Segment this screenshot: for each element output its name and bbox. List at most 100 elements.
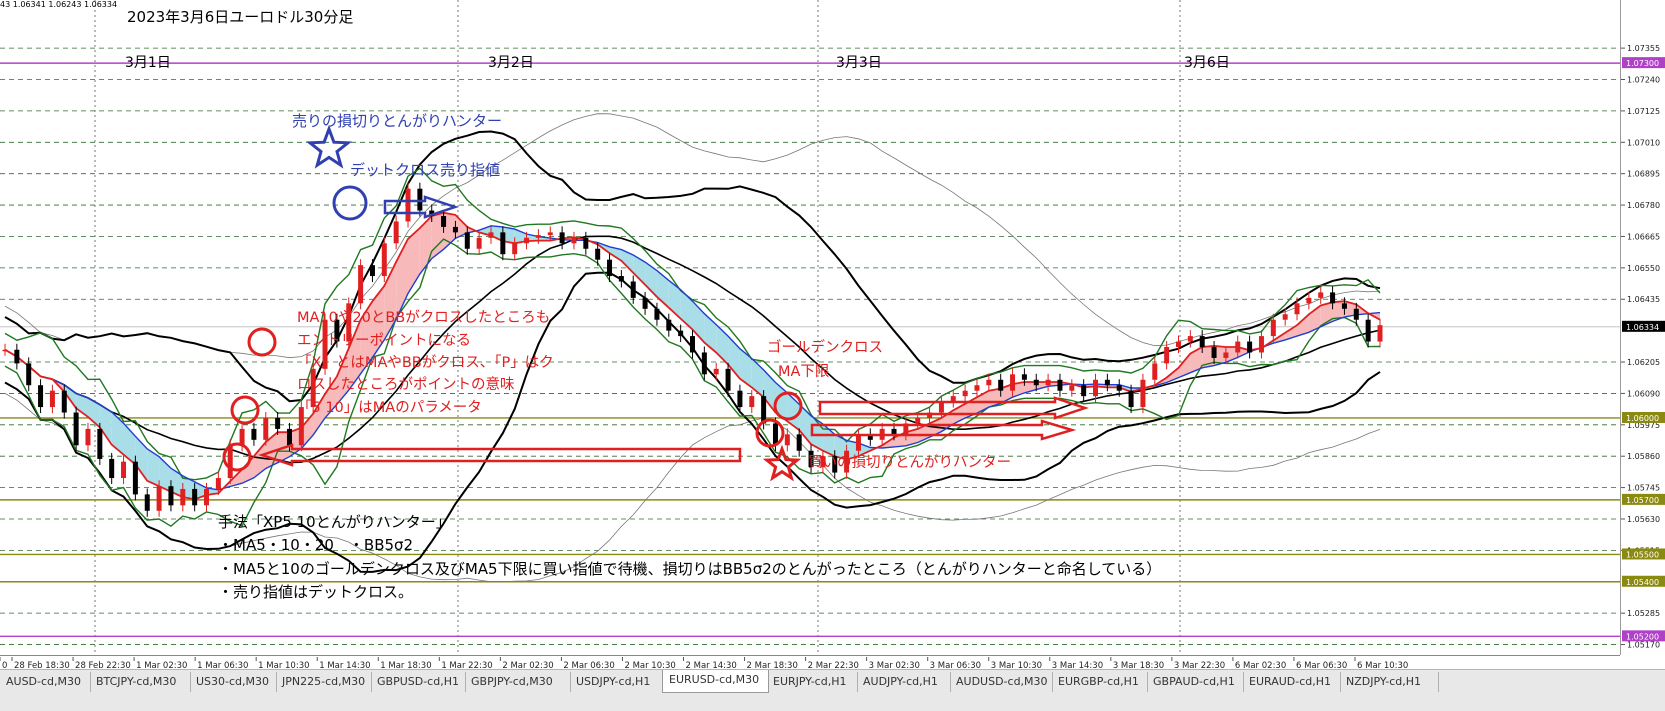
candle-body <box>1235 341 1241 353</box>
chart-tab[interactable]: EURUSD-cd,M30 <box>662 670 769 693</box>
level-badge-label: 1.06000 <box>1626 414 1659 423</box>
candle-body <box>1270 319 1276 337</box>
method-text: ・MA5・10・20 ・BB5σ2 <box>218 536 413 554</box>
chart-tab[interactable]: AUSD-cd,M30 <box>0 672 91 692</box>
annotation-text: MA10や20とBBがクロスしたところも <box>297 309 550 326</box>
candle-body <box>1021 374 1027 380</box>
candle-body <box>369 265 375 277</box>
price-tick-label: 1.05285 <box>1627 609 1660 618</box>
candle-body <box>500 232 506 255</box>
price-scale[interactable]: 1.07355 1.07240 1.07125 1.07010 1.06895 1.067… <box>1620 0 1665 655</box>
chart-tab[interactable]: USDJPY-cd,H1 <box>570 672 663 692</box>
candle-body <box>583 237 589 249</box>
candle-body <box>1330 292 1336 304</box>
candle-body <box>796 434 802 451</box>
candle-body <box>1199 336 1205 348</box>
chart-tab[interactable]: GBPJPY-cd,M30 <box>465 672 571 692</box>
candle-body <box>1282 314 1288 320</box>
ma-fill-segment <box>1320 302 1333 327</box>
chart-tab[interactable]: GBPUSD-cd,H1 <box>371 672 466 692</box>
chart-tab[interactable]: EURJPY-cd,H1 <box>767 672 858 692</box>
candle-body <box>275 417 281 429</box>
candle-body <box>998 379 1004 391</box>
chart-area[interactable]: 2023年3月6日ユーロドル30分足 43 1.06341 1.06243 1.0… <box>0 0 1620 655</box>
annotation-text: デットクロス売り指値 <box>350 161 500 179</box>
chart-tab[interactable]: BTCJPY-cd,M30 <box>90 672 191 692</box>
candle-body <box>49 390 55 408</box>
candle-body <box>642 297 648 309</box>
candle-body <box>690 336 695 353</box>
price-tick-label: 1.05860 <box>1627 452 1660 461</box>
level-badge-label: 1.05400 <box>1626 578 1659 587</box>
chart-tab[interactable]: JPN225-cd,M30 <box>276 672 372 692</box>
candle-body <box>251 428 257 440</box>
entry-circle-marker <box>247 327 277 357</box>
candle-body <box>1175 341 1181 348</box>
candle-body <box>1116 385 1122 391</box>
candle-body <box>1211 347 1217 358</box>
candle-body <box>452 226 458 233</box>
candle-body <box>358 265 364 304</box>
chart-tab[interactable]: EURGBP-cd,H1 <box>1052 672 1148 692</box>
candle-body <box>1140 379 1146 408</box>
price-tick-label: 1.07125 <box>1627 107 1660 116</box>
annotation-text: 売りの損切りとんがりハンター <box>292 112 502 130</box>
candle-body <box>1069 385 1075 391</box>
chart-tab[interactable]: AUDUSD-cd,M30 <box>950 672 1053 692</box>
day-label: 3月6日 <box>1184 55 1230 71</box>
price-tick-label: 1.05170 <box>1627 641 1660 650</box>
candlestick-chart: 2023年3月6日ユーロドル30分足 43 1.06341 1.06243 1.0… <box>0 0 1620 655</box>
candle-body <box>891 428 897 435</box>
candle-body <box>713 368 719 375</box>
day-label: 3月2日 <box>488 55 534 71</box>
annotation-text: ゴールデンクロス <box>767 338 883 356</box>
candle-body <box>725 368 731 391</box>
candle-body <box>855 434 861 451</box>
chart-tab[interactable]: GBPAUD-cd,H1 <box>1147 672 1244 692</box>
chart-tab[interactable]: AUDJPY-cd,H1 <box>857 672 951 692</box>
candle-body <box>132 461 138 495</box>
candle-body <box>405 188 411 222</box>
candle-body <box>1010 374 1016 391</box>
candle-body <box>535 235 541 238</box>
candle-body <box>512 243 518 255</box>
candle-body <box>737 390 743 408</box>
candle-body <box>701 352 707 375</box>
candle-body <box>571 237 577 244</box>
candle-body <box>559 232 565 244</box>
candle-body <box>915 417 921 424</box>
candle-body <box>1033 379 1039 386</box>
ma-fill-segment <box>633 255 646 285</box>
candle-body <box>630 281 636 298</box>
price-tick-label: 1.07010 <box>1627 138 1660 147</box>
bb20-upper <box>4 130 1381 403</box>
price-tick-label: 1.07355 <box>1627 44 1660 53</box>
price-axis: 1.07355 1.07240 1.07125 1.07010 1.06895 1.067… <box>1621 44 1665 650</box>
candle-body <box>441 215 447 227</box>
candle-body <box>1093 379 1099 397</box>
price-tick-label: 1.06205 <box>1627 358 1660 367</box>
candle-body <box>1187 336 1193 342</box>
candle-body <box>618 276 624 282</box>
candle-body <box>121 461 127 479</box>
chart-tab[interactable]: EURAUD-cd,H1 <box>1243 672 1341 692</box>
candle-body <box>1258 336 1264 353</box>
candle-body <box>962 390 968 397</box>
current-price-label: 1.06334 <box>1626 323 1659 332</box>
candle-body <box>239 428 245 446</box>
candle-body <box>1081 385 1087 397</box>
chart-tab[interactable]: US30-cd,M30 <box>190 672 277 692</box>
candle-body <box>73 412 79 446</box>
day-label: 3月3日 <box>836 55 882 71</box>
candle-body <box>1318 292 1324 298</box>
chart-title: 2023年3月6日ユーロドル30分足 <box>127 8 353 26</box>
candle-body <box>1247 341 1253 353</box>
chart-tab[interactable]: NZDJPY-cd,H1 <box>1340 672 1439 692</box>
entry-circle-marker <box>755 418 785 448</box>
candle-body <box>749 396 755 408</box>
level-badge-label: 1.05700 <box>1626 496 1659 505</box>
method-text: 手法「XP5 10とんがりハンター」 <box>218 513 451 531</box>
price-tick-label: 1.06090 <box>1627 389 1660 398</box>
candle-body <box>156 486 162 511</box>
candle-body <box>1341 303 1347 309</box>
